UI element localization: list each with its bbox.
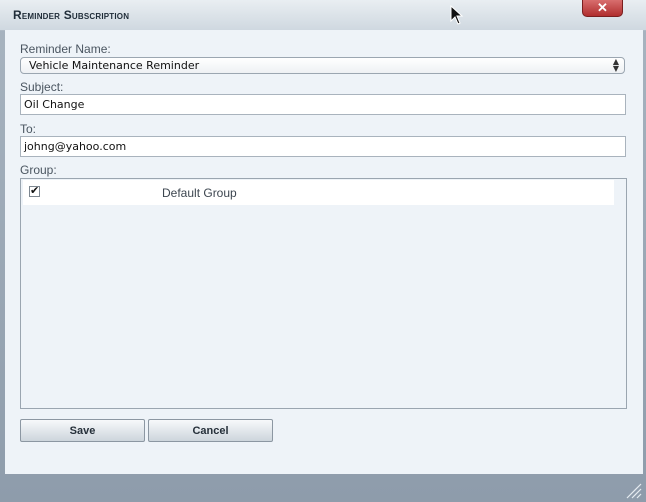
group-checkbox[interactable]: ✔	[29, 186, 40, 197]
close-icon: ✕	[597, 0, 608, 15]
reminder-name-label: Reminder Name:	[20, 42, 111, 56]
save-button[interactable]: Save	[20, 419, 145, 442]
reminder-subscription-dialog: Reminder Subscription ✕ Reminder Name: V…	[0, 0, 646, 502]
dialog-titlebar[interactable]: Reminder Subscription ✕	[0, 0, 646, 31]
to-input[interactable]: johng@yahoo.com	[20, 136, 626, 157]
cancel-button[interactable]: Cancel	[148, 419, 273, 442]
reminder-name-select[interactable]: Vehicle Maintenance Reminder ▲ ▼	[20, 57, 625, 74]
resize-grip-icon[interactable]	[624, 481, 642, 499]
group-list-item[interactable]: ✔ Default Group	[23, 180, 614, 205]
subject-label: Subject:	[20, 80, 64, 94]
group-name: Default Group	[162, 186, 237, 200]
mouse-pointer-icon	[450, 5, 464, 25]
checkmark-icon: ✔	[30, 185, 40, 197]
reminder-name-value: Vehicle Maintenance Reminder	[29, 59, 200, 72]
group-list: ✔ Default Group	[20, 178, 627, 409]
group-label: Group:	[20, 163, 57, 177]
to-label: To:	[20, 122, 37, 136]
subject-input[interactable]: Oil Change	[20, 94, 626, 115]
select-arrows-icon: ▲ ▼	[612, 57, 619, 73]
dialog-body: Reminder Name: Vehicle Maintenance Remin…	[5, 30, 643, 474]
to-value: johng@yahoo.com	[24, 140, 127, 153]
subject-value: Oil Change	[24, 98, 85, 111]
close-button[interactable]: ✕	[582, 0, 623, 17]
dialog-title: Reminder Subscription	[13, 8, 130, 22]
